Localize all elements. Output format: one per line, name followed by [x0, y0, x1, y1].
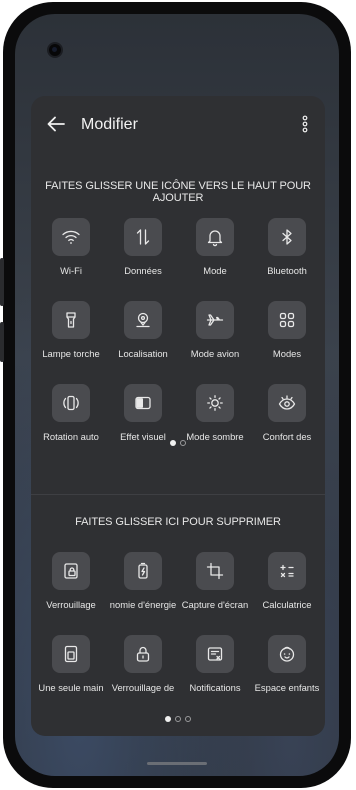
tile-button[interactable] [52, 218, 90, 256]
active-tile-grid[interactable]: Modes [251, 301, 323, 371]
tile-button[interactable] [196, 218, 234, 256]
tile-button[interactable] [196, 384, 234, 422]
volume-button [0, 258, 4, 306]
tile-button[interactable] [196, 635, 234, 673]
available-tile-lock-screen[interactable]: Verrouillage [35, 552, 107, 622]
active-tile-bell[interactable]: Mode [179, 218, 251, 288]
tile-button[interactable] [268, 301, 306, 339]
tile-button[interactable] [268, 635, 306, 673]
page-dot[interactable] [185, 716, 191, 722]
page-dot[interactable] [165, 716, 171, 722]
tile-label: Modes [272, 348, 302, 359]
tile-button[interactable] [268, 384, 306, 422]
tile-button[interactable] [52, 552, 90, 590]
active-tile-data[interactable]: Données [107, 218, 179, 288]
available-tile-notifications[interactable]: Notifications [179, 635, 251, 705]
tile-button[interactable] [268, 218, 306, 256]
active-tile-flashlight[interactable]: Lampe torche [35, 301, 107, 371]
tile-button[interactable] [124, 384, 162, 422]
home-indicator [147, 762, 207, 765]
available-tile-battery-saver[interactable]: nomie d'énergie [107, 552, 179, 622]
more-vertical-icon [302, 115, 308, 133]
tile-button[interactable] [124, 552, 162, 590]
tile-button[interactable] [52, 635, 90, 673]
rotation-icon [63, 395, 79, 411]
available-tile-kids-space[interactable]: Espace enfants [251, 635, 323, 705]
active-tile-location[interactable]: Localisation [107, 301, 179, 371]
more-options-button[interactable] [295, 113, 315, 135]
available-tile-one-hand[interactable]: Une seule main [35, 635, 107, 705]
grid-icon [279, 312, 295, 328]
tile-button[interactable] [52, 301, 90, 339]
flashlight-icon [66, 312, 76, 328]
tile-button[interactable] [124, 218, 162, 256]
page-dot[interactable] [170, 440, 176, 446]
eye-comfort-icon [278, 395, 296, 410]
kids-space-icon [279, 646, 295, 662]
active-tile-airplane[interactable]: Mode avion [179, 301, 251, 371]
visual-effect-icon [135, 396, 151, 410]
battery-saver-icon [138, 562, 148, 579]
calculator-icon [280, 564, 294, 578]
add-hint: FAITES GLISSER UNE ICÔNE VERS LE HAUT PO… [45, 180, 311, 204]
remove-hint: FAITES GLISSER ICI POUR SUPPRIMER [75, 516, 281, 528]
wifi-icon [62, 230, 80, 244]
active-tile-bluetooth[interactable]: Bluetooth [251, 218, 323, 288]
page-indicator-bottom [31, 716, 325, 722]
notifications-icon [207, 647, 223, 661]
lock-screen-icon [64, 563, 78, 579]
front-camera [49, 44, 61, 56]
bluetooth-icon [282, 229, 292, 245]
page-dot[interactable] [175, 716, 181, 722]
location-icon [136, 312, 150, 328]
available-tile-lock[interactable]: Verrouillage de [107, 635, 179, 705]
tile-button[interactable] [124, 635, 162, 673]
section-divider [31, 494, 325, 495]
arrow-left-icon [47, 116, 65, 132]
available-tile-calculator[interactable]: Calculatrice [251, 552, 323, 622]
airplane-icon [206, 314, 224, 326]
power-button [0, 322, 4, 362]
tile-label: Calculatrice [262, 599, 312, 610]
tile-button[interactable] [52, 384, 90, 422]
quick-settings-edit-panel: Modifier FAITES GLISSER UNE ICÔNE VERS L… [31, 96, 325, 736]
screen: Modifier FAITES GLISSER UNE ICÔNE VERS L… [15, 14, 339, 776]
data-icon [136, 229, 150, 245]
phone-frame: Modifier FAITES GLISSER UNE ICÔNE VERS L… [0, 2, 351, 788]
tile-label: Espace enfants [254, 682, 320, 693]
active-tile-wifi[interactable]: Wi-Fi [35, 218, 107, 288]
lock-icon [136, 646, 150, 662]
screenshot-icon [206, 562, 224, 580]
tile-button[interactable] [196, 552, 234, 590]
header: Modifier [31, 96, 325, 152]
tile-button[interactable] [124, 301, 162, 339]
page-dot[interactable] [180, 440, 186, 446]
page-title: Modifier [81, 116, 138, 133]
bell-icon [207, 230, 223, 247]
available-tile-screenshot[interactable]: Capture d'écran [179, 552, 251, 622]
back-button[interactable] [43, 111, 69, 137]
tile-button[interactable] [268, 552, 306, 590]
page-indicator-top [31, 440, 325, 446]
tile-button[interactable] [196, 301, 234, 339]
dark-mode-icon [207, 395, 223, 411]
one-hand-icon [64, 645, 78, 663]
tile-label: Bluetooth [267, 265, 307, 276]
